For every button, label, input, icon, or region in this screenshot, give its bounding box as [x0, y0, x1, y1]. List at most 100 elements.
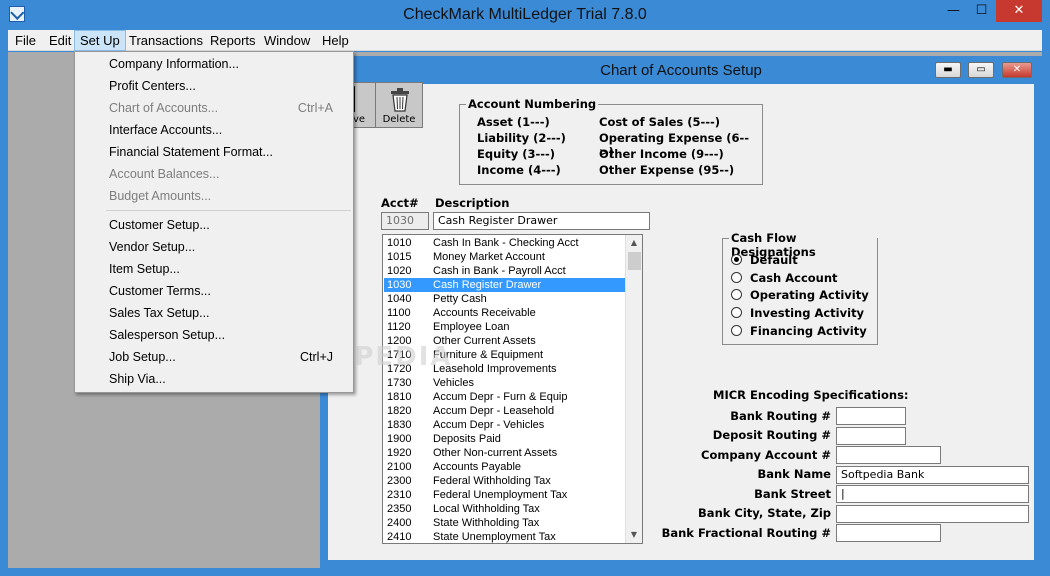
account-description: Petty Cash [433, 293, 487, 305]
setup-menu-item[interactable]: Job Setup... [109, 347, 176, 367]
radio-button-icon[interactable] [731, 272, 742, 283]
cash-flow-option-label: Operating Activity [750, 288, 869, 302]
description-header: Description [435, 196, 510, 210]
deposit-routing-label: Deposit Routing # [712, 428, 831, 442]
menu-window[interactable]: Window [259, 30, 315, 51]
setup-menu-item[interactable]: Profit Centers... [109, 76, 196, 96]
account-row[interactable]: 2410 State Unemployment Tax [384, 530, 626, 543]
account-code: 1100 [387, 307, 411, 319]
child-maximize-button[interactable]: ▭ [968, 62, 994, 78]
menu-shortcut: Ctrl+J [300, 350, 333, 364]
account-row[interactable]: 1120 Employee Loan [384, 320, 626, 334]
menu-setup[interactable]: Set Up [74, 30, 126, 51]
setup-menu-item[interactable]: Customer Terms... [109, 281, 211, 301]
maximize-button[interactable]: ☐ [968, 0, 995, 22]
account-code: 1010 [387, 237, 412, 249]
setup-menu-item[interactable]: Vendor Setup... [109, 237, 195, 257]
bank-routing-field[interactable] [836, 407, 906, 425]
app-window: CheckMark MultiLedger Trial 7.8.0 — ☐ ✕ … [0, 0, 1050, 576]
account-description: Accum Depr - Furn & Equip [433, 391, 568, 403]
company-account-label: Company Account # [701, 448, 831, 462]
setup-menu-item[interactable]: Financial Statement Format... [109, 142, 273, 162]
account-row[interactable]: 1020 Cash in Bank - Payroll Acct [384, 264, 626, 278]
account-row[interactable]: 1100 Accounts Receivable [384, 306, 626, 320]
account-description: Employee Loan [433, 321, 510, 333]
minimize-button[interactable]: — [940, 0, 967, 22]
account-description: Accum Depr - Vehicles [433, 419, 545, 431]
radio-button-icon[interactable] [731, 289, 742, 300]
setup-menu-item[interactable]: Interface Accounts... [109, 120, 222, 140]
numbering-asset: Asset (1---) [477, 115, 550, 129]
accounts-list[interactable]: 1010 Cash In Bank - Checking Acct 1015 Mone… [382, 234, 643, 544]
account-row[interactable]: 2100 Accounts Payable [384, 460, 626, 474]
setup-menu-item[interactable]: Company Information... [109, 54, 239, 74]
bank-fractional-routing-field[interactable] [836, 524, 941, 542]
setup-menu-item[interactable]: Ship Via... [109, 369, 166, 389]
menu-file[interactable]: File [10, 30, 41, 51]
deposit-routing-field[interactable] [836, 427, 906, 445]
account-row[interactable]: 1730 Vehicles [384, 376, 626, 390]
account-row[interactable]: 1900 Deposits Paid [384, 432, 626, 446]
account-row[interactable]: 1040 Petty Cash [384, 292, 626, 306]
account-row[interactable]: 2310 Federal Unemployment Tax [384, 488, 626, 502]
bank-routing-label: Bank Routing # [730, 409, 831, 423]
menu-reports[interactable]: Reports [205, 30, 261, 51]
child-minimize-button[interactable]: ▬ [935, 62, 961, 78]
account-row[interactable]: 2300 Federal Withholding Tax [384, 474, 626, 488]
account-code: 2300 [387, 475, 412, 487]
setup-menu-item[interactable]: Customer Setup... [109, 215, 210, 235]
child-close-button[interactable]: ✕ [1002, 62, 1032, 78]
account-code: 1020 [387, 265, 412, 277]
account-row[interactable]: 2350 Local Withholding Tax [384, 502, 626, 516]
account-code: 1730 [387, 377, 412, 389]
cash-flow-option-label: Default [750, 253, 798, 267]
company-account-field[interactable] [836, 446, 941, 464]
account-code: 1820 [387, 405, 412, 417]
setup-menu-item[interactable]: Item Setup... [109, 259, 180, 279]
account-row[interactable]: 1810 Accum Depr - Furn & Equip [384, 390, 626, 404]
account-row[interactable]: 2400 State Withholding Tax [384, 516, 626, 530]
account-description: Federal Unemployment Tax [433, 489, 568, 501]
bank-street-field[interactable]: | [836, 485, 1029, 503]
setup-menu-item[interactable]: Budget Amounts... [109, 186, 211, 206]
acct-number-field[interactable]: 1030 [381, 212, 429, 230]
account-description: Accounts Payable [433, 461, 522, 473]
menu-transactions[interactable]: Transactions [124, 30, 208, 51]
cash-flow-option-label: Financing Activity [750, 324, 867, 338]
account-description: Accum Depr - Leasehold [433, 405, 555, 417]
menu-separator [106, 210, 351, 211]
numbering-other-income: Other Income (9---) [599, 147, 724, 161]
scroll-up-icon[interactable]: ▲ [626, 235, 642, 251]
radio-button-icon[interactable] [731, 254, 742, 265]
account-code: 1830 [387, 419, 412, 431]
account-description: State Withholding Tax [433, 517, 540, 529]
account-code: 2400 [387, 517, 412, 529]
account-row[interactable]: 1030 Cash Register Drawer [384, 278, 626, 292]
account-row[interactable]: 1830 Accum Depr - Vehicles [384, 418, 626, 432]
bank-name-field[interactable]: Softpedia Bank [836, 466, 1029, 484]
setup-menu-item[interactable]: Account Balances... [109, 164, 219, 184]
radio-button-icon[interactable] [731, 307, 742, 318]
account-description: Money Market Account [433, 251, 545, 263]
close-button[interactable]: ✕ [996, 0, 1042, 22]
bank-city-state-zip-field[interactable] [836, 505, 1029, 523]
account-row[interactable]: 1015 Money Market Account [384, 250, 626, 264]
setup-menu-item[interactable]: Chart of Accounts... [109, 98, 218, 118]
account-numbering-title: Account Numbering [466, 97, 599, 111]
delete-button[interactable]: Delete [375, 82, 423, 128]
setup-menu-item[interactable]: Sales Tax Setup... [109, 303, 210, 323]
accounts-list-scrollbar[interactable]: ▲ ▼ [625, 235, 642, 543]
scroll-down-icon[interactable]: ▼ [626, 527, 642, 543]
setup-menu-item[interactable]: Salesperson Setup... [109, 325, 225, 345]
bank-city-state-zip-label: Bank City, State, Zip [698, 506, 831, 520]
scroll-thumb[interactable] [628, 252, 641, 270]
account-row[interactable]: 1920 Other Non-current Assets [384, 446, 626, 460]
description-field[interactable]: Cash Register Drawer [433, 212, 650, 230]
trash-can-icon [391, 88, 409, 112]
menu-help[interactable]: Help [317, 30, 354, 51]
radio-button-icon[interactable] [731, 325, 742, 336]
menu-edit[interactable]: Edit [44, 30, 76, 51]
account-row[interactable]: 1010 Cash In Bank - Checking Acct [384, 236, 626, 250]
account-code: 2350 [387, 503, 412, 515]
account-row[interactable]: 1820 Accum Depr - Leasehold [384, 404, 626, 418]
